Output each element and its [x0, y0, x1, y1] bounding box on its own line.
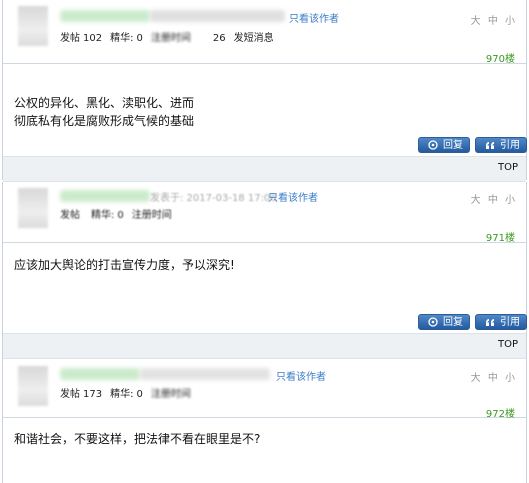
font-size-switch[interactable]: 大 中 小 — [471, 369, 517, 384]
user-stats: 发帖 102 精华: 0 注册时间 26 发短消息 — [60, 29, 274, 44]
quote-button[interactable]: 引用 — [475, 137, 527, 153]
posts-count: 102 — [83, 33, 103, 44]
view-author-only-link[interactable]: 只看该作者 — [276, 368, 326, 383]
essence-count: 0 — [136, 33, 143, 44]
quote-label: 引用 — [500, 140, 520, 151]
header-divider — [3, 63, 526, 64]
quote-button[interactable]: 引用 — [475, 314, 527, 330]
essence-count: 0 — [117, 210, 124, 221]
quote-icon — [486, 319, 494, 326]
user-stats: 发帖 173 精华: 0 注册时间 — [60, 385, 191, 400]
essence-label: 精华: — [110, 389, 134, 400]
reg-label: 注册时间 — [150, 33, 191, 44]
view-author-only-link[interactable]: 只看该作者 — [268, 189, 318, 204]
blurred-username — [60, 368, 140, 380]
post-footer-bar: TOP — [3, 156, 526, 182]
reg-label: 注册时间 — [150, 389, 191, 400]
content-line: 公权的异化、黑化、渎职化、进而 — [14, 96, 195, 110]
quote-icon — [486, 142, 494, 149]
essence-count: 0 — [136, 389, 143, 400]
avatar — [18, 188, 48, 228]
posts-label: 发帖 — [60, 210, 80, 221]
posts-label: 发帖 — [60, 389, 80, 400]
floor-number[interactable]: 972楼 — [486, 405, 515, 420]
post-972: 只看该作者 大 中 小 发帖 173 精华: 0 注册时间 972楼 和谐社会，不要这样… — [0, 360, 529, 483]
font-size-switch[interactable]: 大 中 小 — [471, 191, 517, 206]
top-link[interactable]: TOP — [498, 162, 518, 173]
blurred-header — [140, 368, 270, 380]
font-size-switch[interactable]: 大 中 小 — [471, 12, 517, 27]
post-content: 应该加大舆论的打击宣传力度，予以深究! — [14, 256, 235, 274]
reg-label: 注册时间 — [131, 210, 172, 221]
post-content: 和谐社会，不要这样，把法律不看在眼里是不? — [14, 430, 260, 448]
post-content: 公权的异化、黑化、渎职化、进而 彻底私有化是腐败形成气候的基础 — [14, 94, 194, 130]
floor-number[interactable]: 971楼 — [486, 229, 515, 244]
blurred-header — [150, 10, 285, 22]
blurred-username — [60, 190, 150, 202]
reply-icon — [428, 140, 438, 150]
post-time: 发表于: 2017-03-18 17:06 — [150, 193, 277, 204]
view-author-only-link[interactable]: 只看该作者 — [289, 10, 339, 25]
avatar — [18, 6, 48, 46]
reply-icon — [428, 317, 438, 327]
send-message-link[interactable]: 发短消息 — [234, 33, 274, 44]
quote-label: 引用 — [500, 317, 520, 328]
essence-label: 精华: — [110, 33, 134, 44]
content-line: 彻底私有化是腐败形成气候的基础 — [14, 114, 195, 128]
blurred-username — [60, 10, 150, 22]
user-stats: 发帖 精华: 0 注册时间 — [60, 206, 172, 221]
reply-button[interactable]: 回复 — [418, 314, 470, 330]
reply-label: 回复 — [443, 140, 463, 151]
content-line: 应该加大舆论的打击宣传力度，予以深究! — [14, 258, 235, 272]
header-divider — [3, 242, 526, 243]
essence-label: 精华: — [91, 210, 115, 221]
floor-number[interactable]: 970楼 — [486, 50, 515, 65]
header-divider — [3, 417, 526, 418]
reply-button[interactable]: 回复 — [418, 137, 470, 153]
reply-label: 回复 — [443, 317, 463, 328]
posts-count: 173 — [83, 389, 103, 400]
post-970: 只看该作者 大 中 小 发帖 102 精华: 0 注册时间 26 发短消息 970楼 公权的… — [0, 0, 529, 182]
posts-label: 发帖 — [60, 33, 80, 44]
reg-tail: 26 — [212, 33, 226, 44]
post-footer-bar: TOP — [3, 333, 526, 359]
top-link[interactable]: TOP — [498, 339, 518, 350]
content-line: 和谐社会，不要这样，把法律不看在眼里是不? — [14, 432, 261, 446]
post-971: 发表于: 2017-03-18 17:06 只看该作者 大 中 小 发帖 精华: 0… — [0, 182, 529, 360]
avatar — [18, 366, 48, 406]
